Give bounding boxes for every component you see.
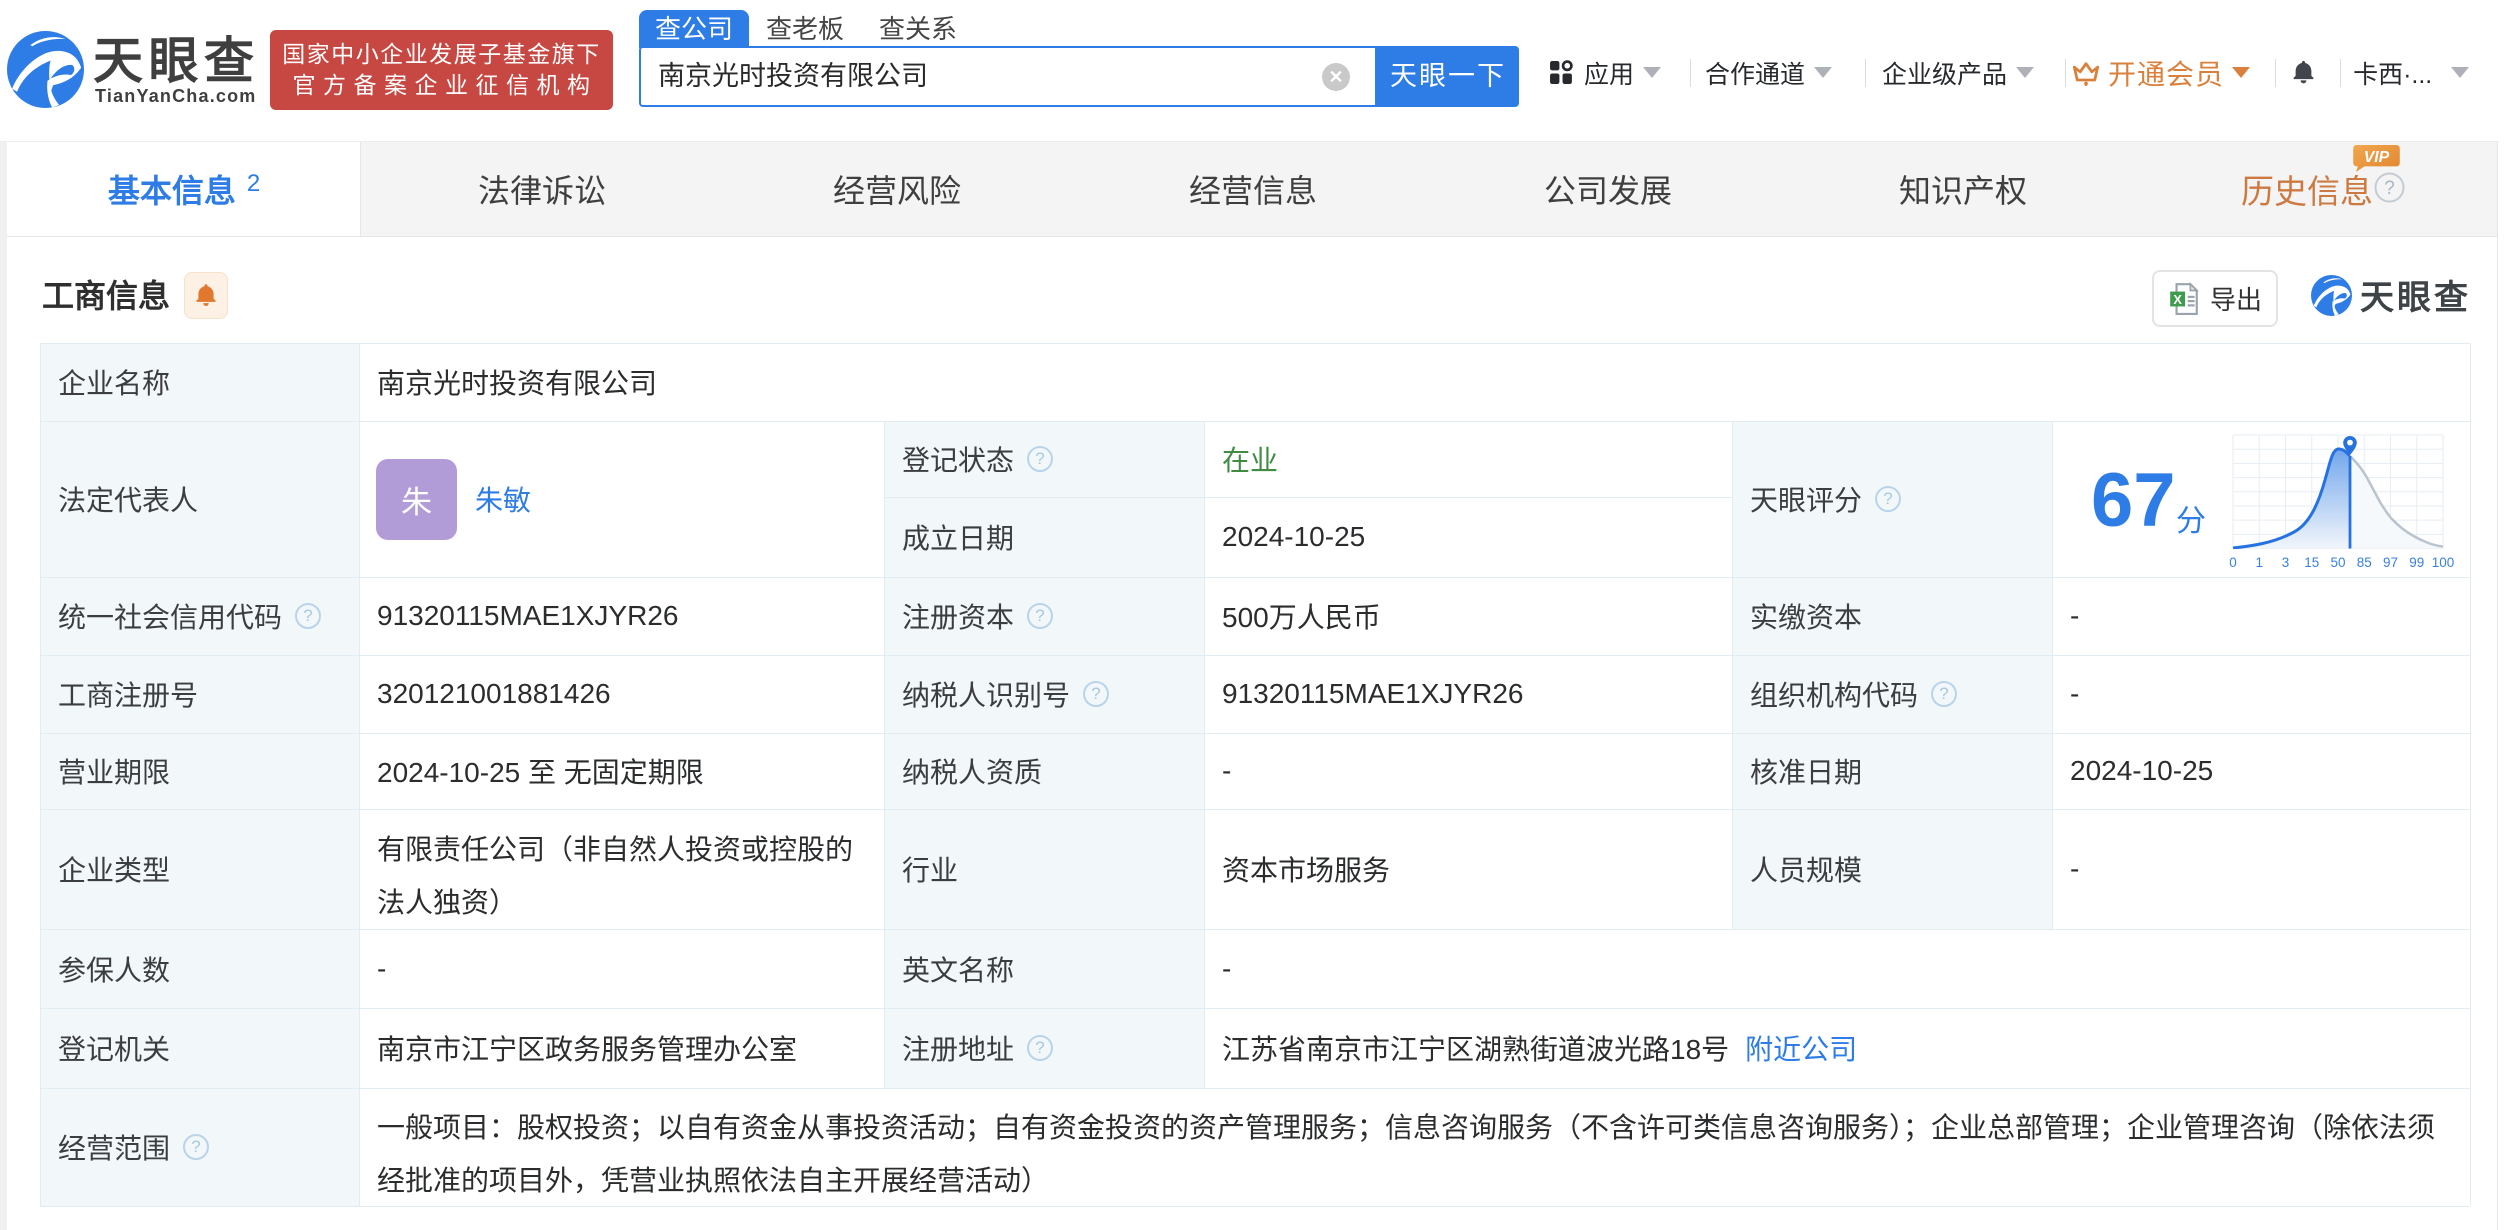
svg-text:50: 50 <box>2330 555 2345 570</box>
svg-text:85: 85 <box>2357 555 2372 570</box>
svg-text:X: X <box>2173 291 2182 306</box>
svg-text:3: 3 <box>2282 555 2290 570</box>
svg-text:99: 99 <box>2409 555 2424 570</box>
svg-text:0: 0 <box>2229 555 2237 570</box>
svg-text:97: 97 <box>2383 555 2398 570</box>
svg-text:VIP: VIP <box>2364 149 2390 166</box>
svg-text:?: ? <box>2384 178 2395 199</box>
svg-text:100: 100 <box>2432 555 2454 570</box>
svg-text:1: 1 <box>2255 555 2263 570</box>
svg-text:15: 15 <box>2304 555 2319 570</box>
